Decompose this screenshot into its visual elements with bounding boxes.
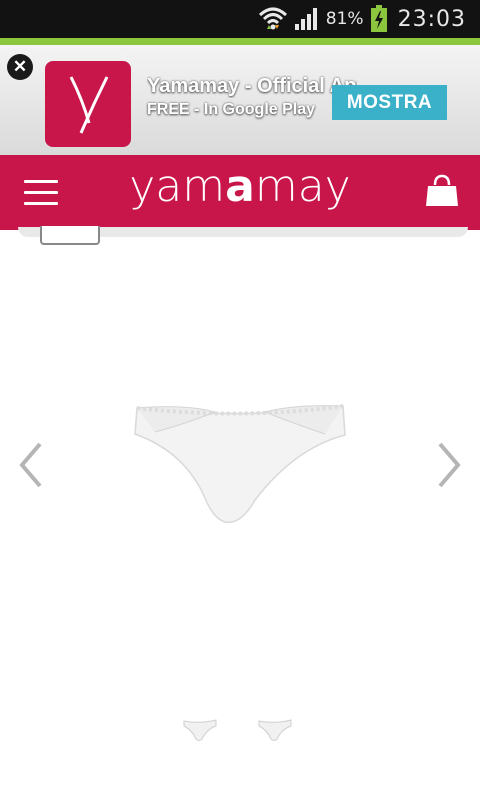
chevron-right-icon[interactable] [434,440,464,490]
brand-logo-part-1: yam [129,161,226,212]
product-thumbnail[interactable] [255,715,295,745]
notification-accent-line [0,38,480,45]
app-icon[interactable] [45,61,131,147]
signal-icon [294,8,317,30]
shopping-bag-icon[interactable] [424,173,460,209]
site-header: yamamay [0,155,480,230]
app-install-banner: ✕ Yamamay - Official App FREE - In Googl… [0,45,480,155]
search-toggle-tab[interactable] [40,226,100,245]
close-banner-button[interactable]: ✕ [7,54,33,80]
battery-percent: 81% [325,9,364,29]
product-thumbnail[interactable] [180,715,220,745]
brand-logo[interactable]: yamamay [120,161,360,212]
brand-logo-part-2: a [225,161,255,212]
battery-charging-icon [370,5,387,32]
status-icons: 81% 23:03 [258,4,466,34]
product-image[interactable] [125,390,355,535]
clock: 23:03 [397,6,466,32]
wifi-icon [258,7,287,30]
status-bar: 81% 23:03 [0,0,480,38]
hamburger-menu-button[interactable] [24,180,58,206]
yamamay-logo-icon [69,76,109,134]
app-subtitle: FREE - In Google Play [147,101,316,118]
brand-logo-part-3: may [254,161,351,212]
chevron-left-icon[interactable] [16,440,46,490]
app-title: Yamamay - Official App [147,75,357,97]
show-app-button[interactable]: MOSTRA [332,85,447,120]
